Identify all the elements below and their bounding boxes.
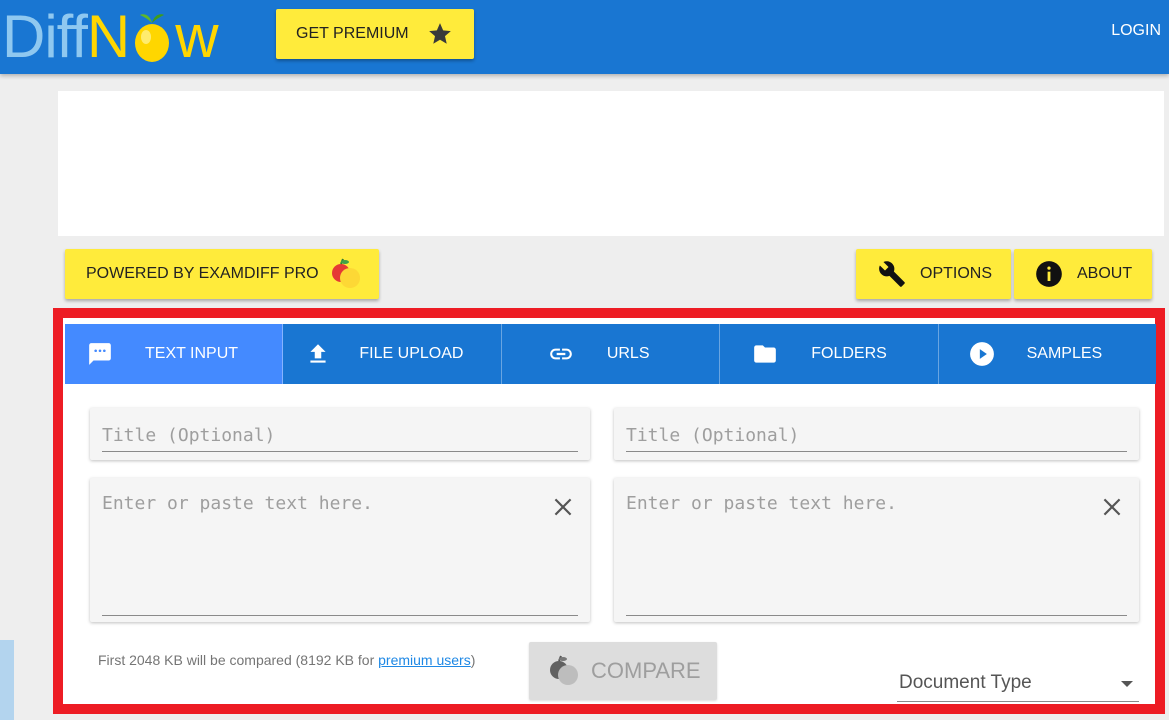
- tab-samples[interactable]: SAMPLES: [939, 324, 1156, 384]
- tab-file-upload-label: FILE UPLOAD: [359, 345, 464, 362]
- size-limit-note: First 2048 KB will be compared (8192 KB …: [98, 652, 475, 668]
- powered-label: POWERED BY EXAMDIFF PRO: [86, 265, 319, 282]
- lemon-logo-icon: [130, 9, 174, 65]
- note-prefix: First 2048 KB will be compared (8192 KB …: [98, 652, 379, 668]
- tab-text-input[interactable]: TEXT INPUT: [65, 324, 284, 384]
- tab-folders[interactable]: FOLDERS: [720, 324, 939, 384]
- options-button[interactable]: OPTIONS: [856, 249, 1011, 299]
- powered-by-examdiff-button[interactable]: POWERED BY EXAMDIFF PRO: [65, 249, 379, 299]
- logo-text-n: N: [86, 3, 130, 70]
- document-type-label: Document Type: [899, 672, 1032, 693]
- tab-urls[interactable]: URLS: [502, 324, 721, 384]
- fruit-icon: [329, 258, 363, 290]
- side-feedback-tab[interactable]: [0, 640, 14, 720]
- compare-label: COMPARE: [591, 658, 701, 683]
- left-title-field: [90, 408, 590, 460]
- login-link[interactable]: LOGIN: [1111, 22, 1161, 40]
- folder-icon: [752, 341, 778, 367]
- left-text-area[interactable]: [102, 492, 578, 616]
- logo-text-w: w: [175, 3, 218, 70]
- tab-file-upload[interactable]: FILE UPLOAD: [283, 324, 502, 384]
- tab-folders-label: FOLDERS: [811, 345, 887, 362]
- info-icon: [1035, 260, 1063, 288]
- document-type-select[interactable]: Document Type: [897, 668, 1139, 702]
- ad-banner-area: [58, 91, 1164, 236]
- caret-down-icon: [1121, 681, 1133, 687]
- chat-bubble-icon: [87, 341, 113, 367]
- link-icon: [548, 341, 574, 367]
- tab-samples-label: SAMPLES: [1026, 345, 1103, 362]
- compare-panel: TEXT INPUT FILE UPLOAD URLS FOLDERS SAMP…: [53, 308, 1165, 714]
- note-suffix: ): [470, 652, 476, 668]
- logo-text-diff: Diff: [2, 3, 88, 70]
- input-mode-tabs: TEXT INPUT FILE UPLOAD URLS FOLDERS SAMP…: [65, 324, 1156, 384]
- upload-icon: [305, 341, 331, 367]
- compare-button[interactable]: COMPARE: [529, 642, 717, 700]
- about-label: ABOUT: [1077, 265, 1133, 282]
- right-clear-icon[interactable]: [1099, 494, 1125, 520]
- top-bar: Diff Nw GET PREMIUM LOGIN: [0, 0, 1169, 74]
- left-clear-icon[interactable]: [550, 494, 576, 520]
- premium-users-link[interactable]: premium users: [378, 652, 471, 668]
- get-premium-button[interactable]: GET PREMIUM: [276, 9, 474, 59]
- options-label: OPTIONS: [920, 265, 993, 282]
- fruit-grey-icon: [547, 655, 581, 687]
- right-text-area[interactable]: [626, 492, 1127, 616]
- right-title-field: [614, 408, 1139, 460]
- right-text-field: [614, 478, 1139, 622]
- star-icon: [427, 21, 453, 47]
- right-title-input[interactable]: [626, 420, 1127, 452]
- about-button[interactable]: ABOUT: [1014, 249, 1152, 299]
- left-text-field: [90, 478, 590, 622]
- get-premium-label: GET PREMIUM: [296, 25, 409, 42]
- diffnow-logo[interactable]: Diff Nw: [2, 2, 219, 72]
- wrench-icon: [878, 260, 906, 288]
- tab-text-input-label: TEXT INPUT: [145, 345, 239, 362]
- play-circle-icon: [969, 341, 995, 367]
- left-title-input[interactable]: [102, 420, 578, 452]
- tab-urls-label: URLS: [606, 345, 650, 362]
